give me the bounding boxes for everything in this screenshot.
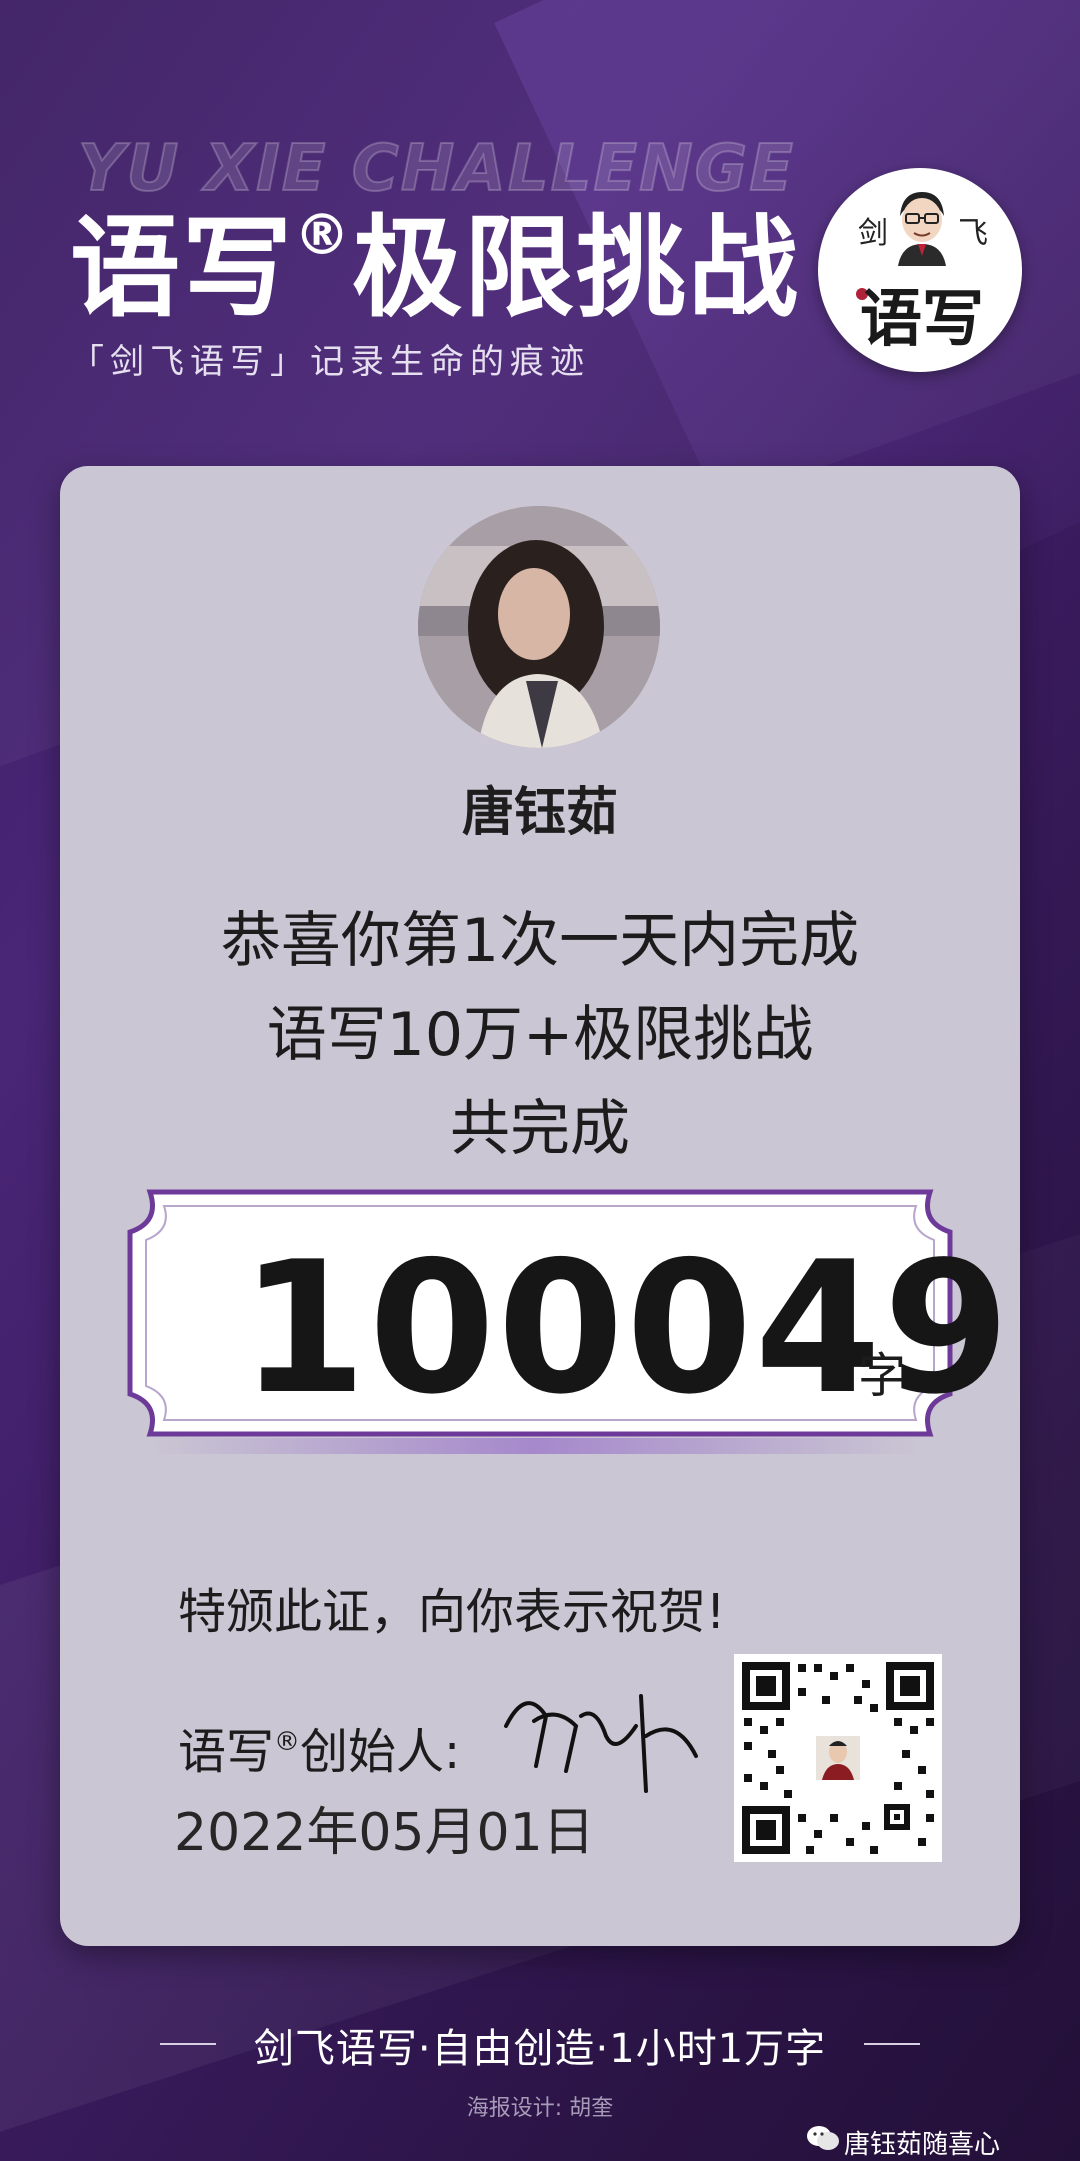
certificate-date: 2022年05月01日 xyxy=(174,1803,595,1863)
founder-suffix: 创始人: xyxy=(300,1724,461,1780)
congrats-line-1: 恭喜你第1次一天内完成 xyxy=(220,906,860,976)
wechat-icon xyxy=(807,2126,839,2150)
poster-subtitle: 「剑飞语写」记录生命的痕迹 xyxy=(70,342,590,382)
founder-signature xyxy=(504,1694,698,1793)
avatar xyxy=(418,506,660,748)
poster-title: 语写®极限挑战 xyxy=(70,178,800,338)
brand-logo: 剑 飞 语写 xyxy=(818,168,1022,372)
qr-code-icon xyxy=(734,1654,942,1862)
founder-registered-mark: ® xyxy=(274,1727,301,1757)
founder-prefix: 语写 xyxy=(178,1724,275,1780)
logo-char-2: 飞 xyxy=(958,216,988,251)
avatar-photo xyxy=(418,506,660,748)
footer-slogan: 剑飞语写·自由创造·1小时1万字 xyxy=(253,2026,827,2072)
logo-char-1: 剑 xyxy=(858,216,888,251)
congrats-line-2: 语写10万+极限挑战 xyxy=(266,1000,814,1070)
word-count-unit: 字 xyxy=(858,1348,907,1404)
congrats-line-3: 共完成 xyxy=(450,1094,630,1164)
logo-text: 语写 xyxy=(860,282,985,355)
footer-divider-right xyxy=(864,2043,920,2045)
qr-code[interactable] xyxy=(734,1654,942,1862)
registered-mark: ® xyxy=(294,203,352,268)
title-main: 语写 xyxy=(70,204,294,332)
certificate-text: 特颁此证，向你表示祝贺! xyxy=(178,1584,726,1640)
account-watermark: 唐钰茹随喜心 xyxy=(844,2130,1001,2160)
founder-cartoon-icon xyxy=(898,192,946,266)
designer-credit: 海报设计: 胡奎 xyxy=(466,2096,614,2121)
recipient-name: 唐钰茹 xyxy=(461,783,618,843)
count-shadow xyxy=(150,1438,920,1454)
title-rest: 极限挑战 xyxy=(352,204,800,332)
founder-label: 语写®创始人: xyxy=(178,1712,460,1782)
